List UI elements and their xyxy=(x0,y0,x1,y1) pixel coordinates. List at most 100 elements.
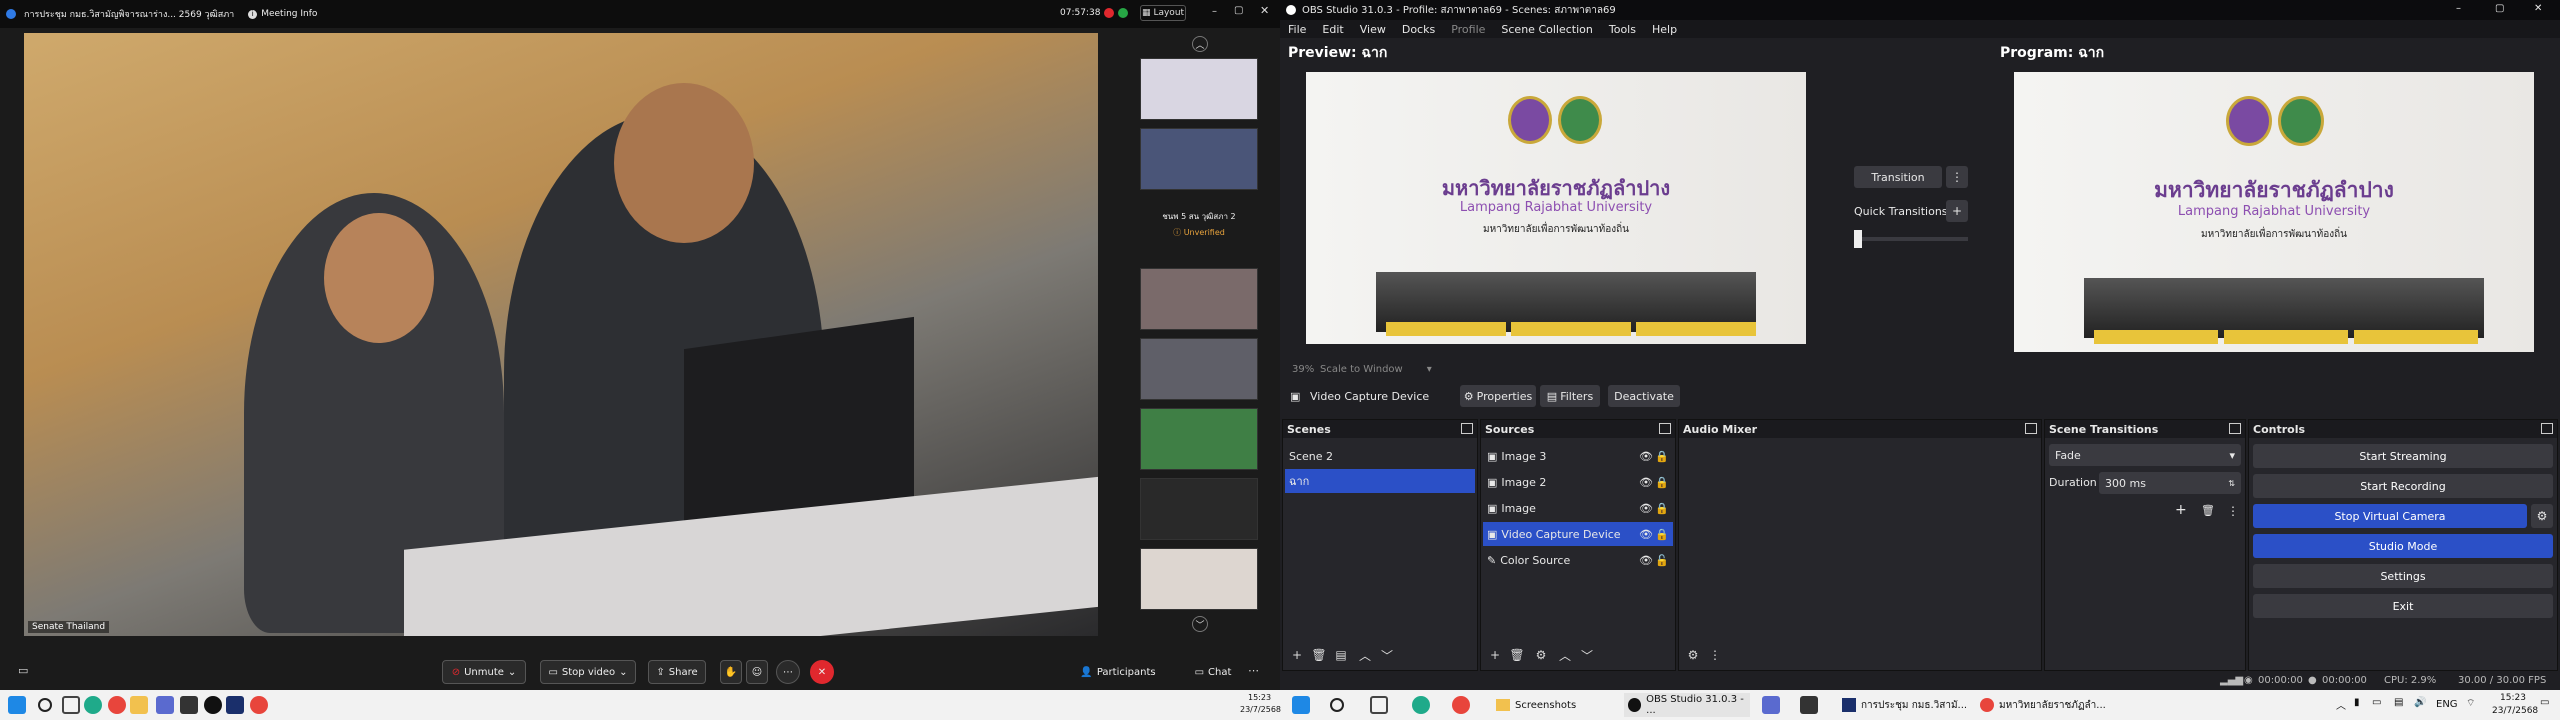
participant-thumbnail[interactable] xyxy=(1140,268,1258,330)
taskview-icon[interactable] xyxy=(1370,696,1388,714)
taskbar-app-screenshots[interactable]: Screenshots xyxy=(1492,693,1628,717)
menu-tools[interactable]: Tools xyxy=(1609,23,1636,36)
edge-icon[interactable] xyxy=(84,696,102,714)
layout-button[interactable]: ▦ Layout xyxy=(1140,5,1186,21)
app-icon[interactable] xyxy=(180,696,198,714)
taskbar-app-meeting[interactable]: การประชุม กมธ.วิสามั... xyxy=(1838,693,1974,717)
eye-icon[interactable]: 👁 xyxy=(1639,554,1653,567)
properties-button[interactable]: ⚙ Properties xyxy=(1460,385,1536,407)
app-icon[interactable] xyxy=(156,696,174,714)
captions-icon[interactable]: ▭ xyxy=(18,664,28,677)
participant-thumbnail[interactable] xyxy=(1140,58,1258,120)
add-transition-icon[interactable]: + xyxy=(2175,502,2187,518)
source-properties-icon[interactable]: ⚙ xyxy=(1531,646,1551,664)
move-down-icon[interactable]: ﹀ xyxy=(1377,646,1397,664)
strip-down-arrow-icon[interactable]: ﹀ xyxy=(1192,616,1208,632)
transition-slider-handle[interactable] xyxy=(1854,230,1862,248)
move-up-icon[interactable]: ︿ xyxy=(1355,646,1375,664)
meeting-info-button[interactable]: i Meeting Info xyxy=(248,9,317,19)
source-item[interactable]: ▣ Image 2 👁 🔒 xyxy=(1483,470,1673,494)
lock-icon[interactable]: 🔒 xyxy=(1655,450,1669,463)
eye-icon[interactable]: 👁 xyxy=(1639,502,1653,515)
eye-icon[interactable]: 👁 xyxy=(1639,450,1653,463)
app-icon[interactable] xyxy=(1762,696,1780,714)
menu-view[interactable]: View xyxy=(1360,23,1386,36)
add-scene-icon[interactable]: + xyxy=(1287,646,1307,664)
close-icon[interactable]: ✕ xyxy=(2534,3,2542,14)
scene-item[interactable]: ฉาก xyxy=(1285,469,1475,493)
transition-button[interactable]: Transition xyxy=(1854,166,1942,188)
menu-file[interactable]: File xyxy=(1288,23,1306,36)
raise-hand-button[interactable]: ✋ xyxy=(720,660,742,684)
network-icon[interactable]: ▤ xyxy=(2394,697,2403,708)
unmute-button[interactable]: ⊘ Unmute ⌄ xyxy=(442,660,526,684)
filters-button[interactable]: ▤ Filters xyxy=(1540,385,1600,407)
search-icon[interactable] xyxy=(1330,698,1344,712)
scene-item[interactable]: Scene 2 xyxy=(1285,444,1475,468)
source-item[interactable]: ▣ Image 👁 🔒 xyxy=(1483,496,1673,520)
taskbar-app-obs[interactable]: OBS Studio 31.0.3 - ... xyxy=(1624,693,1750,717)
participant-thumbnail[interactable] xyxy=(1140,478,1258,540)
source-item[interactable]: ▣ Video Capture Device 👁 🔒 xyxy=(1483,522,1673,546)
strip-up-arrow-icon[interactable]: ︿ xyxy=(1192,36,1208,52)
microphone-icon[interactable]: ▮ xyxy=(2354,697,2360,708)
more-options-button[interactable]: ⋯ xyxy=(776,660,800,684)
clock-date[interactable]: 23/7/2568 xyxy=(2492,706,2538,716)
obs-icon[interactable] xyxy=(204,696,222,714)
stop-virtual-camera-button[interactable]: Stop Virtual Camera xyxy=(2253,504,2527,528)
dock-float-icon[interactable] xyxy=(2229,423,2241,434)
notification-icon[interactable]: ▭ xyxy=(2540,697,2549,708)
clock-time[interactable]: 15:23 xyxy=(2500,693,2526,703)
chat-button[interactable]: ▭ Chat xyxy=(1190,660,1236,684)
windows-start-icon[interactable] xyxy=(1292,696,1310,714)
remove-scene-icon[interactable]: 🗑 xyxy=(1309,646,1329,664)
chrome-icon[interactable] xyxy=(1452,696,1470,714)
participant-thumbnail[interactable] xyxy=(1140,408,1258,470)
start-streaming-button[interactable]: Start Streaming xyxy=(2253,444,2553,468)
start-recording-button[interactable]: Start Recording xyxy=(2253,474,2553,498)
menu-scene-collection[interactable]: Scene Collection xyxy=(1501,23,1592,36)
chrome-icon[interactable] xyxy=(108,696,126,714)
tray-chevron-icon[interactable]: ︿ xyxy=(2336,697,2346,712)
close-icon[interactable]: ✕ xyxy=(1260,4,1269,17)
add-source-icon[interactable]: + xyxy=(1485,646,1505,664)
eye-icon[interactable]: 👁 xyxy=(1639,528,1653,541)
transition-menu-button[interactable]: ⋮ xyxy=(1946,166,1968,188)
source-item[interactable]: ✎ Color Source 👁 🔓 xyxy=(1483,548,1673,572)
stepper-icon[interactable]: ⇅ xyxy=(2228,479,2235,488)
settings-button[interactable]: Settings xyxy=(2253,564,2553,588)
edge-icon[interactable] xyxy=(1412,696,1430,714)
menu-docks[interactable]: Docks xyxy=(1402,23,1435,36)
dock-float-icon[interactable] xyxy=(2025,423,2037,434)
meeting-app-icon[interactable] xyxy=(226,696,244,714)
lock-icon[interactable]: 🔒 xyxy=(1655,476,1669,489)
studio-mode-button[interactable]: Studio Mode xyxy=(2253,534,2553,558)
move-up-icon[interactable]: ︿ xyxy=(1555,646,1575,664)
minimize-icon[interactable]: – xyxy=(2456,3,2461,14)
participant-thumbnail[interactable] xyxy=(1140,548,1258,610)
lock-icon[interactable]: 🔒 xyxy=(1655,528,1669,541)
maximize-icon[interactable]: ▢ xyxy=(2495,3,2504,14)
unlock-icon[interactable]: 🔓 xyxy=(1655,554,1669,567)
kebab-icon[interactable]: ⋮ xyxy=(2227,504,2239,518)
source-item[interactable]: ▣ Image 3 👁 🔒 xyxy=(1483,444,1673,468)
remove-transition-icon[interactable]: 🗑 xyxy=(2201,504,2215,517)
wifi-icon[interactable]: ⌔ xyxy=(2466,697,2475,710)
minimize-icon[interactable]: – xyxy=(1212,6,1217,17)
app-icon[interactable] xyxy=(1800,696,1818,714)
taskbar-app-chrome[interactable]: มหาวิทยาลัยราชภัฏลำ... xyxy=(1976,693,2116,717)
menu-edit[interactable]: Edit xyxy=(1322,23,1343,36)
participants-button[interactable]: 👤 Participants xyxy=(1078,660,1158,684)
add-quick-transition-button[interactable]: + xyxy=(1946,200,1968,222)
dock-float-icon[interactable] xyxy=(1461,423,1473,434)
scene-filters-icon[interactable]: ▤ xyxy=(1331,646,1351,664)
preview-canvas[interactable]: มหาวิทยาลัยราชภัฏลำปาง Lampang Rajabhat … xyxy=(1306,72,1806,344)
share-button[interactable]: ⇪ Share xyxy=(648,660,706,684)
search-icon[interactable] xyxy=(38,698,52,712)
deactivate-button[interactable]: Deactivate xyxy=(1608,385,1680,407)
participant-thumbnail[interactable] xyxy=(1140,338,1258,400)
language-indicator[interactable]: ENG xyxy=(2436,699,2458,710)
participant-thumbnail-text[interactable]: ชนพ 5 สน วุฒิสภา 2 ⓘ Unverified xyxy=(1140,198,1258,260)
maximize-icon[interactable]: ▢ xyxy=(1234,5,1243,16)
volume-icon[interactable]: 🔊 xyxy=(2414,697,2426,708)
